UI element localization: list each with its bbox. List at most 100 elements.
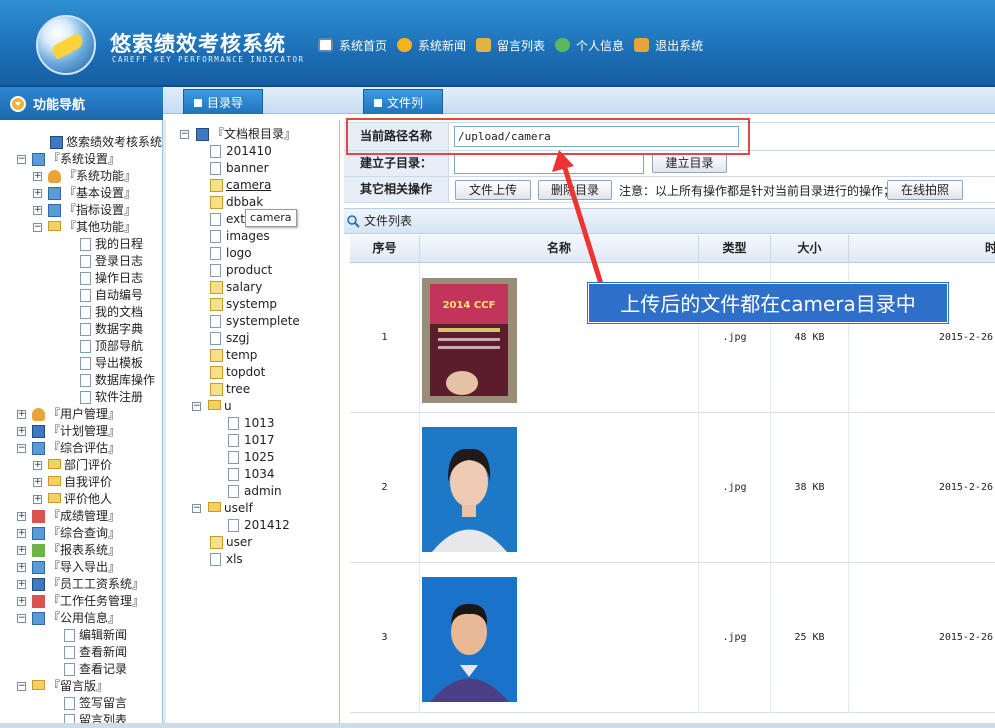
document-icon: [80, 255, 91, 268]
expand-icon[interactable]: +: [17, 529, 26, 538]
nav-item-label: 『基本设置』: [64, 186, 137, 200]
document-icon: [80, 340, 91, 353]
top-nav-exit[interactable]: 退出系统: [634, 36, 703, 54]
collapse-icon[interactable]: −: [33, 223, 42, 232]
dir-item-label: ext: [226, 212, 245, 226]
dir-item-label: camera: [226, 178, 272, 192]
expand-icon[interactable]: +: [17, 427, 26, 436]
document-icon: [210, 264, 221, 277]
expand-icon[interactable]: +: [17, 410, 26, 419]
collapse-icon[interactable]: −: [180, 130, 189, 139]
collapse-icon[interactable]: −: [17, 682, 26, 691]
document-icon: [210, 213, 221, 226]
expand-icon[interactable]: +: [17, 580, 26, 589]
dir-item-label: systemp: [226, 297, 277, 311]
top-nav-label: 系统首页: [339, 38, 388, 53]
folder-icon: [210, 383, 223, 396]
folder-icon: [48, 493, 61, 503]
expand-icon[interactable]: +: [17, 563, 26, 572]
dir-item-label: 1025: [244, 450, 275, 464]
user-info-icon: [555, 38, 571, 52]
collapse-icon[interactable]: −: [192, 402, 201, 411]
document-icon: [210, 553, 221, 566]
dir-item-label: uself: [224, 501, 253, 515]
nav-item-label: 『导入导出』: [48, 560, 121, 574]
folder-icon: [210, 179, 223, 192]
table-row[interactable]: 3 .jpg 25 KB 2015-2-26: [350, 563, 995, 713]
nav-item-label: 我的文档: [95, 305, 144, 319]
nav-item-label: 『指标设置』: [64, 203, 137, 217]
cell-date: 2015-2-26: [849, 563, 995, 713]
folder-icon: [210, 281, 223, 294]
camera-button[interactable]: 在线拍照: [887, 180, 963, 200]
document-icon: [228, 434, 239, 447]
expand-icon[interactable]: +: [33, 206, 42, 215]
nav-tree: 悠索绩效考核系统A − 『系统设置』 + 『系统功能』 + 『基本设置』 + 『指标设置』 − 『其…: [0, 120, 163, 723]
nav-item-label: 『成绩管理』: [48, 509, 121, 523]
path-highlight-box: [346, 118, 750, 155]
nav-item-label: 评价他人: [64, 492, 113, 506]
thumbnail-image: 2014 CCF: [422, 278, 517, 403]
top-nav-profile[interactable]: 个人信息: [555, 36, 624, 54]
document-icon: [64, 714, 75, 723]
exit-icon: [634, 38, 650, 52]
top-nav-home[interactable]: 系统首页: [318, 36, 387, 54]
top-nav-label: 留言列表: [497, 38, 546, 53]
collapse-icon[interactable]: −: [17, 155, 26, 164]
nav-item-label: 查看记录: [79, 662, 128, 676]
expand-icon[interactable]: +: [33, 172, 42, 181]
expand-icon[interactable]: +: [17, 597, 26, 606]
nav-item-label: 登录日志: [95, 254, 144, 268]
tab-dir-nav[interactable]: 目录导航: [183, 89, 263, 127]
nav-item-label: 留言列表: [79, 713, 128, 723]
dir-item-label: xls: [226, 552, 243, 566]
expand-icon[interactable]: +: [17, 512, 26, 521]
thumbnail-image: [422, 427, 517, 552]
nav-item-label: 悠索绩效考核系统A: [66, 135, 163, 149]
cell-name[interactable]: [420, 413, 699, 563]
message-list-icon: [476, 38, 492, 52]
ops-label: 其它相关操作: [344, 177, 449, 202]
dir-item-label: user: [226, 535, 253, 549]
top-nav-news[interactable]: 系统新闻: [397, 36, 466, 54]
upload-button[interactable]: 文件上传: [455, 180, 531, 200]
col-type: 类型: [699, 235, 771, 263]
nav-item-label: 软件注册: [95, 390, 144, 404]
nav-panel-title: 功能导航: [33, 98, 86, 113]
ops-note: 注意：以上所有操作都是针对当前目录进行的操作；: [619, 184, 896, 198]
expand-icon[interactable]: +: [33, 495, 42, 504]
cell-type: .jpg: [699, 413, 771, 563]
nav-item-label: 顶部导航: [95, 339, 144, 353]
expand-icon[interactable]: +: [33, 189, 42, 198]
col-time: 时: [849, 235, 995, 263]
collapse-icon[interactable]: −: [17, 444, 26, 453]
file-thumbnail[interactable]: [422, 427, 517, 555]
document-icon: [80, 357, 91, 370]
dir-item-label: systemplete: [226, 314, 300, 328]
nav-item-label: 『工作任务管理』: [48, 594, 145, 608]
nav-item-label: 『系统设置』: [48, 152, 121, 166]
collapse-icon[interactable]: −: [17, 614, 26, 623]
tab-file-list[interactable]: 文件列表: [363, 89, 443, 127]
status-bar: [0, 723, 995, 728]
folder-icon: [208, 400, 221, 410]
folder-icon: [48, 221, 61, 231]
mkdir-input[interactable]: [454, 153, 644, 174]
nav-panel-header[interactable]: 功能导航: [0, 87, 163, 120]
expand-icon[interactable]: +: [17, 546, 26, 555]
table-row[interactable]: 2 .jpg 38 KB 2015-2-26: [350, 413, 995, 563]
expand-icon[interactable]: +: [33, 478, 42, 487]
mkdir-button[interactable]: 建立目录: [652, 153, 727, 173]
delete-dir-button[interactable]: 删除目录: [538, 180, 612, 200]
document-icon: [64, 629, 75, 642]
file-thumbnail[interactable]: [422, 577, 517, 705]
nav-item-label: 『系统功能』: [64, 169, 137, 183]
top-nav-messages[interactable]: 留言列表: [476, 36, 545, 54]
expand-icon[interactable]: +: [33, 461, 42, 470]
cell-name[interactable]: [420, 563, 699, 713]
file-thumbnail[interactable]: 2014 CCF: [422, 278, 517, 406]
document-icon: [64, 663, 75, 676]
collapse-icon[interactable]: −: [192, 504, 201, 513]
user-icon: [48, 170, 61, 183]
module-icon: [32, 561, 45, 574]
